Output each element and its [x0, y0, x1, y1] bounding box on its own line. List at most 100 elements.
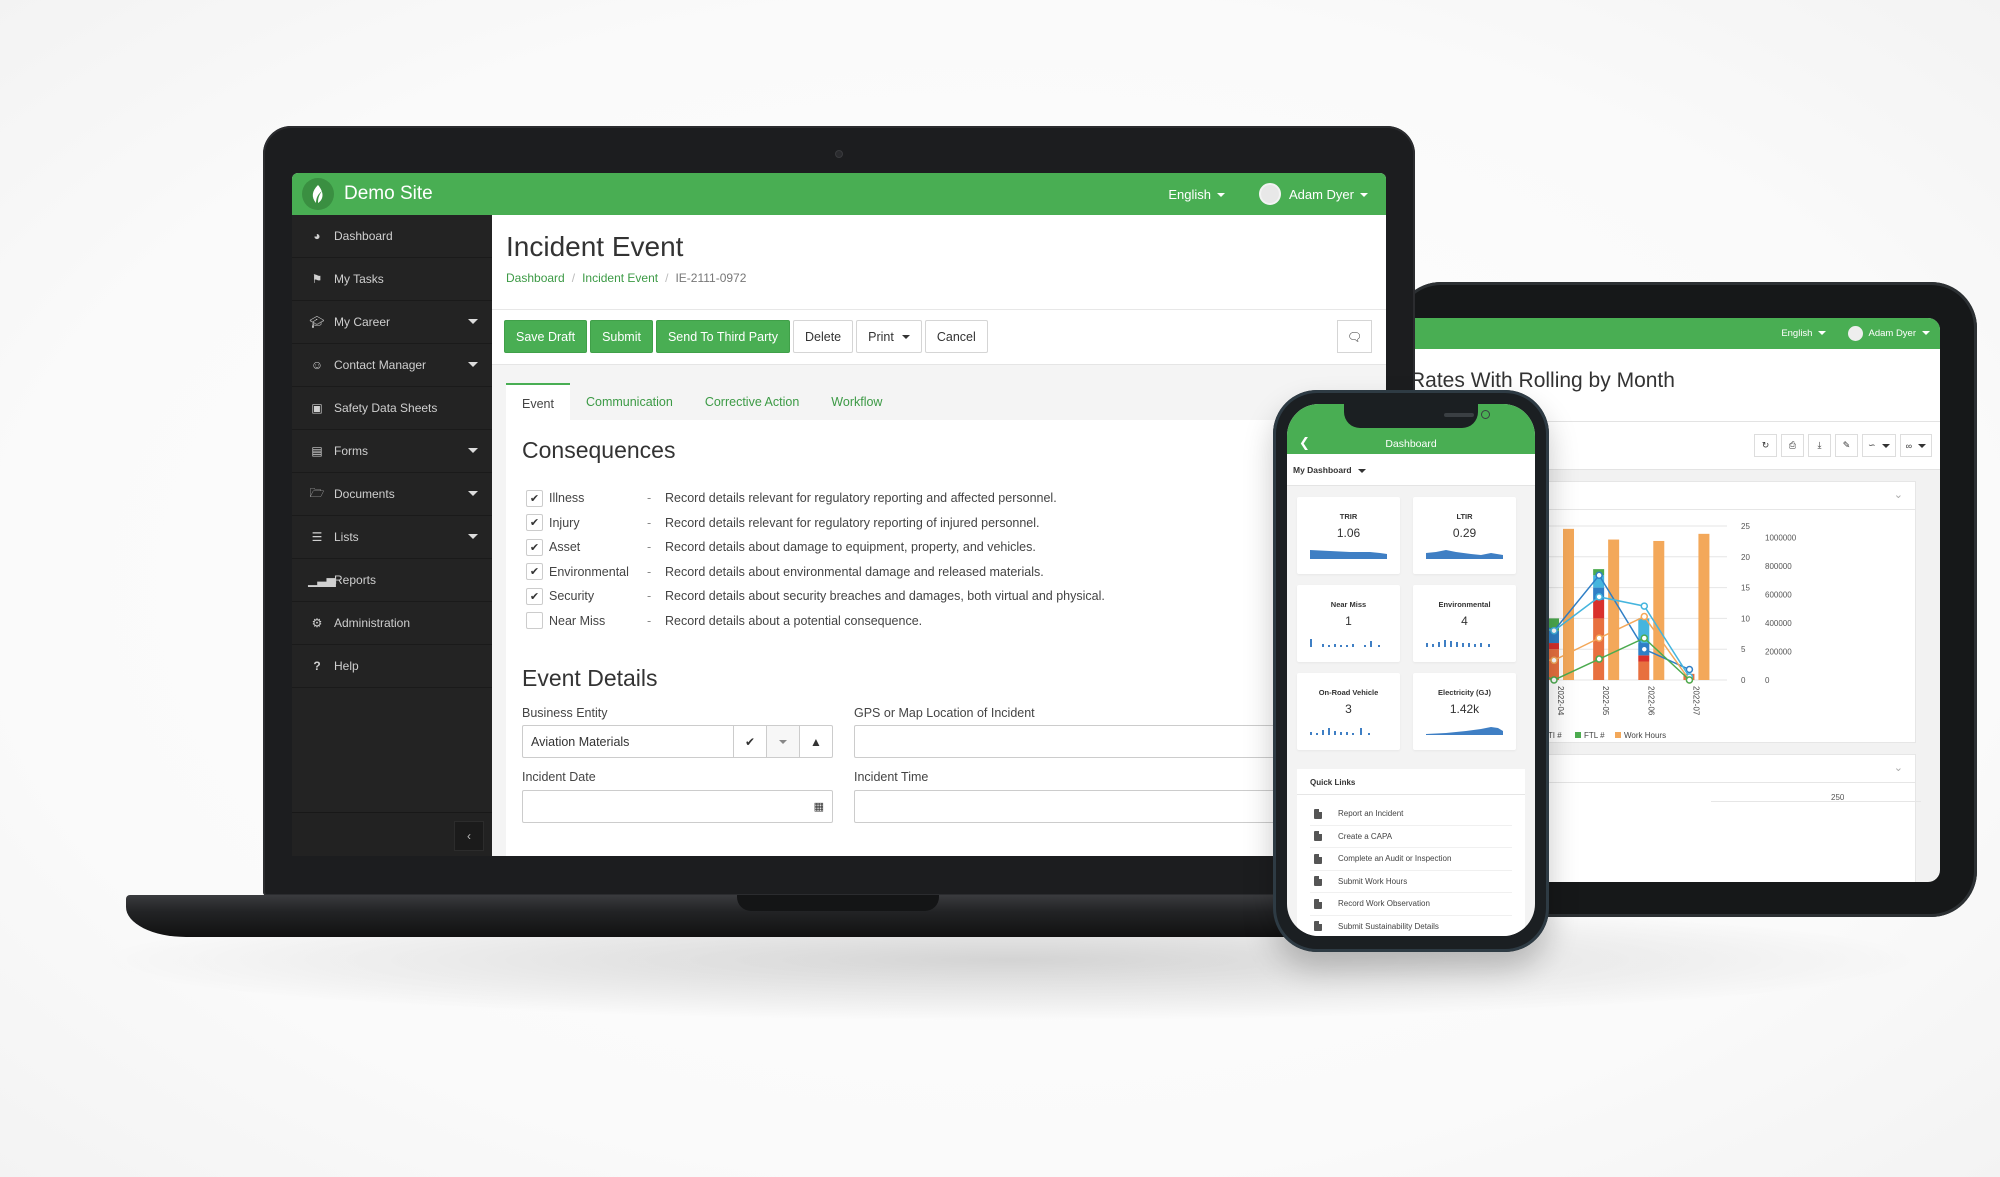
breadcrumb-incident-event[interactable]: Incident Event: [582, 271, 658, 285]
quick-link[interactable]: Complete an Audit or Inspection: [1310, 848, 1512, 871]
y-left-tick-label: 20: [1741, 553, 1750, 562]
page-title: Incident Event: [506, 231, 684, 262]
stacked-bar-segment: [1638, 661, 1650, 680]
print-button[interactable]: Print: [856, 320, 922, 353]
comments-icon[interactable]: 🗨︎: [1337, 320, 1372, 353]
sidebar-item-my-career[interactable]: 🎓︎ My Career: [292, 301, 492, 344]
document-icon: [1314, 898, 1322, 909]
camera: [1481, 410, 1490, 419]
security-checkbox[interactable]: ✔: [526, 587, 543, 605]
sidebar-item-administration[interactable]: ⚙ Administration: [292, 602, 492, 645]
checkmark-icon[interactable]: ✔: [733, 726, 766, 757]
sparkline: [1310, 550, 1387, 559]
leaf-logo-icon[interactable]: [302, 178, 334, 210]
line-point: [1550, 656, 1558, 665]
axis-tick: 250: [1831, 793, 1845, 802]
tablet-user-menu[interactable]: Adam Dyer: [1868, 328, 1930, 339]
quick-link[interactable]: Submit Sustainability Details: [1310, 916, 1512, 937]
edit-icon[interactable]: ✎: [1835, 434, 1859, 457]
event-details-heading: Event Details: [522, 665, 658, 691]
kpi-card[interactable]: LTIR 0.29: [1413, 497, 1516, 574]
sidebar-item-forms[interactable]: ▤ Forms: [292, 430, 492, 473]
kpi-card[interactable]: TRIR 1.06: [1297, 497, 1400, 574]
incident-date-input[interactable]: ▦: [522, 790, 833, 823]
download-icon[interactable]: ⤓: [1808, 434, 1832, 457]
quick-link[interactable]: Report an Incident: [1310, 803, 1512, 826]
dropdown-caret-icon[interactable]: [766, 726, 799, 757]
user-menu[interactable]: Adam Dyer: [1289, 187, 1368, 202]
line-point: [1640, 645, 1649, 653]
tablet-language-menu[interactable]: English: [1781, 328, 1827, 339]
illness-checkbox[interactable]: ✔: [526, 489, 543, 507]
tab-event[interactable]: Event: [506, 383, 570, 420]
tablet-topbar: English Adam Dyer: [1410, 318, 1940, 349]
device-mockup-stage: English Adam Dyer Rates With Rolling by …: [0, 0, 2000, 1177]
sidebar-item-dashboard[interactable]: ◕ Dashboard: [292, 215, 492, 258]
delete-button[interactable]: Delete: [793, 320, 854, 353]
tab-workflow[interactable]: Workflow: [815, 383, 898, 420]
kpi-card[interactable]: Electricity (GJ) 1.42k: [1413, 673, 1516, 750]
user-avatar[interactable]: [1258, 183, 1281, 205]
legend-label: Work Hours: [1624, 731, 1666, 740]
cancel-button[interactable]: Cancel: [924, 320, 988, 353]
tab-communication[interactable]: Communication: [570, 383, 689, 420]
sidebar-item-contact-manager[interactable]: ☺ Contact Manager: [292, 344, 492, 387]
site-title[interactable]: Demo Site: [344, 183, 433, 205]
caret-down-icon: [468, 362, 478, 367]
rss-icon[interactable]: ∽: [1862, 434, 1896, 457]
stacked-bar-segment: [1638, 655, 1650, 662]
injury-checkbox[interactable]: ✔: [526, 514, 543, 532]
work-hours-bar: [1563, 528, 1574, 680]
breadcrumb-dashboard[interactable]: Dashboard: [506, 271, 565, 285]
asset-checkbox[interactable]: ✔: [526, 538, 543, 556]
refresh-icon[interactable]: ↻: [1754, 434, 1778, 457]
y-left-tick-label: 25: [1741, 522, 1750, 531]
consequence-row: ✔ Illness - Record details relevant for reg…: [526, 486, 1105, 511]
language-menu[interactable]: English: [1168, 187, 1225, 202]
document-icon: [1314, 808, 1322, 819]
quick-link[interactable]: Create a CAPA: [1310, 826, 1512, 848]
kpi-card[interactable]: Near Miss 1: [1297, 585, 1400, 662]
sidebar-item-help[interactable]: ? Help: [292, 645, 492, 688]
submit-button[interactable]: Submit: [590, 320, 653, 353]
speaker: [1444, 413, 1474, 417]
near-miss-checkbox[interactable]: [526, 612, 543, 630]
work-hours-bar: [1608, 539, 1620, 680]
print-icon[interactable]: ⎙: [1781, 434, 1805, 457]
consequence-row: ✔ Injury - Record details relevant for regu…: [526, 511, 1105, 536]
collapse-sidebar-button[interactable]: ‹: [454, 821, 484, 851]
kpi-card[interactable]: On-Road Vehicle 3: [1297, 673, 1400, 750]
laptop-notch: [737, 895, 939, 911]
calendar-icon[interactable]: ▦: [814, 800, 824, 813]
line-point: [1550, 626, 1558, 635]
kpi-value: 1.42k: [1449, 702, 1480, 716]
sidebar-item-my-tasks[interactable]: ⚑ My Tasks: [292, 258, 492, 301]
kpi-label: LTIR: [1456, 512, 1473, 521]
business-entity-field[interactable]: Aviation Materials ✔ ▲: [522, 725, 833, 758]
line-point: [1550, 676, 1558, 684]
caret-down-icon: [468, 534, 478, 539]
quick-link[interactable]: Record Work Observation: [1310, 893, 1512, 916]
send-to-third-party-button[interactable]: Send To Third Party: [655, 320, 790, 353]
hierarchy-icon[interactable]: ▲: [799, 726, 832, 757]
save-draft-button[interactable]: Save Draft: [504, 320, 588, 353]
kpi-value: 0.29: [1452, 526, 1477, 540]
tab-corrective-action[interactable]: Corrective Action: [689, 383, 815, 420]
quick-link[interactable]: Submit Work Hours: [1310, 871, 1512, 893]
sidebar-item-documents[interactable]: 🗁︎ Documents: [292, 473, 492, 516]
kpi-card[interactable]: Environmental 4: [1413, 585, 1516, 662]
laptop-screen: Demo Site English Adam Dyer ◕ Dashboard ⚑…: [292, 173, 1386, 856]
phone-notch: [1344, 404, 1490, 428]
line-point: [1595, 634, 1603, 642]
y-left-tick-label: 0: [1741, 676, 1746, 685]
sidebar-item-safety-data-sheets[interactable]: ▣ Safety Data Sheets: [292, 387, 492, 430]
sidebar-item-reports[interactable]: ▁▃▅ Reports: [292, 559, 492, 602]
environmental-checkbox[interactable]: ✔: [526, 563, 543, 581]
sidebar-item-lists[interactable]: ☰ Lists: [292, 516, 492, 559]
line-point: [1640, 612, 1649, 621]
action-toolbar: Save Draft Submit Send To Third Party De…: [504, 320, 988, 353]
dashboard-selector[interactable]: My Dashboard: [1287, 454, 1535, 486]
line-point: [1595, 571, 1603, 580]
link-icon[interactable]: ∞: [1899, 434, 1932, 457]
chevron-down-icon[interactable]: ⌄: [1894, 761, 1903, 774]
